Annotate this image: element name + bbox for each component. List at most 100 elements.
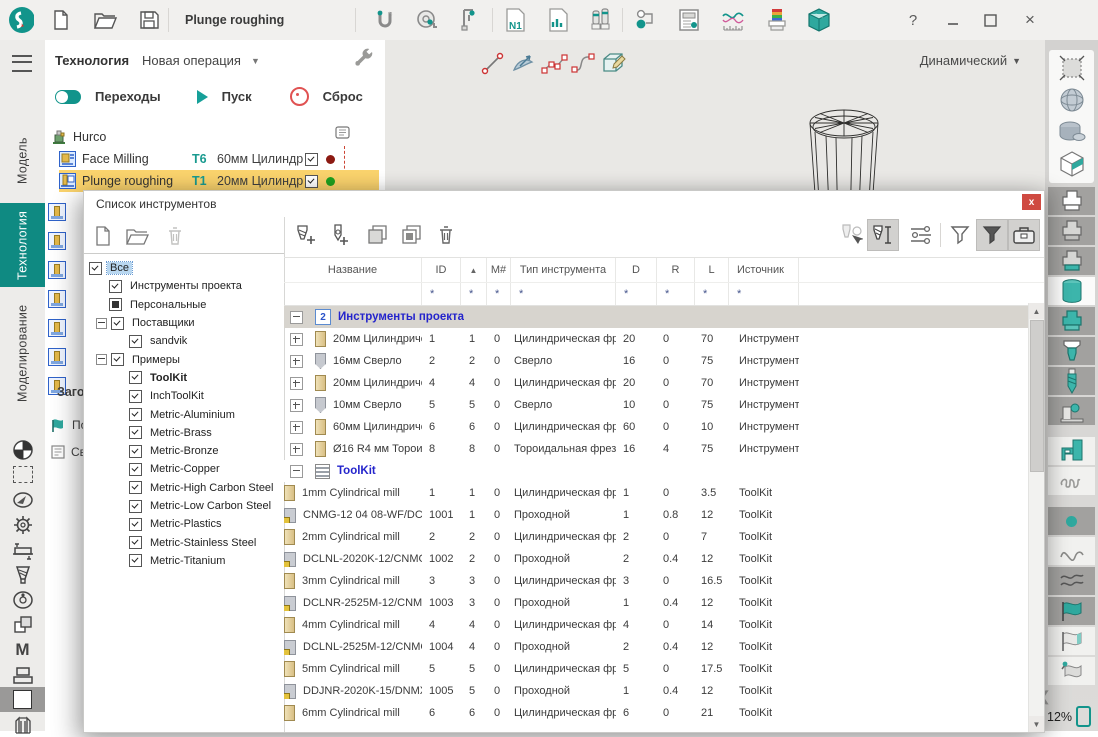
library-checkbox[interactable] xyxy=(129,554,142,567)
filter-clear-icon[interactable] xyxy=(948,223,972,247)
operation-icon[interactable] xyxy=(48,232,66,250)
point-marker-icon[interactable] xyxy=(1048,507,1095,535)
col-source[interactable]: Источник xyxy=(729,258,799,282)
filter-type[interactable]: * xyxy=(511,283,616,305)
part-outline-icon[interactable] xyxy=(1048,187,1095,215)
rotate-sphere-icon[interactable] xyxy=(1048,86,1095,114)
simulation-icon[interactable] xyxy=(806,7,832,33)
machined-part-icon[interactable] xyxy=(1048,307,1095,335)
workpiece-cylinders-icon[interactable] xyxy=(1048,118,1095,146)
filter-r[interactable]: * xyxy=(657,283,695,305)
view-mode-dropdown[interactable]: Динамический ▼ xyxy=(920,53,1021,68)
copy-tool-icon[interactable] xyxy=(366,223,390,247)
list-options-icon[interactable] xyxy=(909,223,933,247)
scrollbar-thumb[interactable] xyxy=(1030,320,1044,472)
reset-label[interactable]: Сброс xyxy=(323,89,363,104)
library-checkbox[interactable] xyxy=(129,463,142,476)
row-expander-icon[interactable] xyxy=(290,311,303,324)
library-checkbox[interactable] xyxy=(109,280,122,293)
library-checkbox[interactable] xyxy=(129,445,142,458)
dial-icon[interactable] xyxy=(0,587,45,612)
library-checkbox[interactable] xyxy=(129,481,142,494)
operation-icon[interactable] xyxy=(48,290,66,308)
surface-tool-icon[interactable] xyxy=(510,50,536,76)
main-menu-icon[interactable] xyxy=(12,55,32,72)
library-tree-item[interactable]: Metric-Stainless Steel xyxy=(84,533,284,551)
library-checkbox[interactable] xyxy=(89,262,102,275)
tree-expander-icon[interactable] xyxy=(96,318,107,329)
spline-tool-icon[interactable] xyxy=(570,50,596,76)
library-checkbox[interactable] xyxy=(129,426,142,439)
settings-gear-icon[interactable] xyxy=(0,512,45,537)
col-r[interactable]: R xyxy=(657,258,695,282)
scroll-down-icon[interactable]: ▼ xyxy=(1029,716,1044,732)
select-region-icon[interactable] xyxy=(0,462,45,487)
table-row[interactable]: 2 Инструменты проекта xyxy=(284,306,1044,328)
library-tree-item[interactable]: Metric-Copper xyxy=(84,460,284,478)
col-sort[interactable]: ▲ xyxy=(461,258,487,282)
table-row[interactable]: 60мм Цилиндрическая фреза 6 6 0 Цилиндри… xyxy=(284,416,1044,438)
table-row[interactable]: 1mm Cylindrical mill 1 1 0 Цилиндрическа… xyxy=(284,482,1044,504)
table-row[interactable]: DCLNR-2525M-12/CNMG-12 … 1003 3 0 Проход… xyxy=(284,592,1044,614)
open-project-icon[interactable] xyxy=(92,7,118,33)
drill-bit-icon[interactable] xyxy=(1048,367,1095,395)
library-checkbox[interactable] xyxy=(129,335,142,348)
properties-doc-item[interactable]: Св xyxy=(51,445,86,459)
library-tree-item[interactable]: ToolKit xyxy=(84,369,284,387)
scroll-up-icon[interactable]: ▲ xyxy=(1029,303,1044,319)
filter-name[interactable] xyxy=(284,283,422,305)
run-label[interactable]: Пуск xyxy=(222,89,252,104)
tool-magazine-icon[interactable] xyxy=(764,7,790,33)
table-row[interactable]: 10мм Сверло 5 5 0 Сверло 10 0 75 Инструм… xyxy=(284,394,1044,416)
graphs-icon[interactable] xyxy=(720,7,746,33)
operation-icon[interactable] xyxy=(48,261,66,279)
flag-point-icon[interactable] xyxy=(1048,657,1095,685)
library-checkbox[interactable] xyxy=(129,371,142,384)
duplicate-tool-icon[interactable] xyxy=(400,223,424,247)
table-row[interactable]: 2mm Cylindrical mill 2 2 0 Цилиндрическа… xyxy=(284,526,1044,548)
structure-icon[interactable] xyxy=(0,712,45,737)
material-m-icon[interactable]: M xyxy=(0,637,45,662)
col-l[interactable]: L xyxy=(695,258,729,282)
setup-wrench-icon[interactable] xyxy=(353,48,375,70)
operation-checkbox[interactable] xyxy=(305,153,318,166)
curve-icon[interactable] xyxy=(1048,537,1095,565)
caliper-icon[interactable] xyxy=(455,7,481,33)
machine-view-icon[interactable] xyxy=(1048,437,1095,465)
remaining-stock-icon[interactable] xyxy=(1048,337,1095,365)
table-scrollbar[interactable]: ▲ ▼ xyxy=(1028,303,1044,732)
library-tree-item[interactable]: Metric-Plastics xyxy=(84,515,284,533)
library-tree-item[interactable]: Примеры xyxy=(84,350,284,368)
table-row[interactable]: ToolKit xyxy=(284,460,1044,482)
table-row[interactable]: CNMG-12 04 08-WF/DCLNR-… 1001 1 0 Проход… xyxy=(284,504,1044,526)
new-library-icon[interactable] xyxy=(90,223,116,249)
operation-icon[interactable] xyxy=(48,348,66,366)
new-document-icon[interactable] xyxy=(48,7,74,33)
flag-outline-icon[interactable] xyxy=(1048,627,1095,655)
table-row[interactable]: 6mm Cylindrical mill 6 6 0 Цилиндрическа… xyxy=(284,702,1044,724)
row-expander-icon[interactable] xyxy=(290,377,303,390)
trackball-icon[interactable] xyxy=(0,437,45,462)
library-checkbox[interactable] xyxy=(129,518,142,531)
tools-icon[interactable] xyxy=(588,7,614,33)
machining-scheme-icon[interactable] xyxy=(632,7,658,33)
row-expander-icon[interactable] xyxy=(290,421,303,434)
row-expander-icon[interactable] xyxy=(290,399,303,412)
tree-expander-icon[interactable] xyxy=(96,354,107,365)
operation-checkbox[interactable] xyxy=(305,175,318,188)
col-d[interactable]: D xyxy=(616,258,657,282)
memo-icon[interactable] xyxy=(335,126,350,139)
delete-library-icon[interactable] xyxy=(162,223,188,249)
run-icon[interactable] xyxy=(197,90,208,104)
help-button[interactable]: ? xyxy=(898,6,928,34)
library-tree-item[interactable]: Персональные xyxy=(84,296,284,314)
library-tree-item[interactable]: Все xyxy=(84,259,284,277)
library-tree-item[interactable]: Поставщики xyxy=(84,314,284,332)
line-tool-icon[interactable] xyxy=(480,50,506,76)
operation-row-face-milling[interactable]: Face Milling T6 60мм Цилиндр xyxy=(59,148,379,170)
reset-icon[interactable] xyxy=(290,87,309,106)
flag-filled-icon[interactable] xyxy=(1048,597,1095,625)
new-operation-dropdown[interactable]: Новая операция ▼ xyxy=(142,53,260,68)
table-row[interactable]: 20мм Цилиндрическая фреза 4 4 0 Цилиндри… xyxy=(284,372,1044,394)
fixture-icon[interactable] xyxy=(1048,397,1095,425)
